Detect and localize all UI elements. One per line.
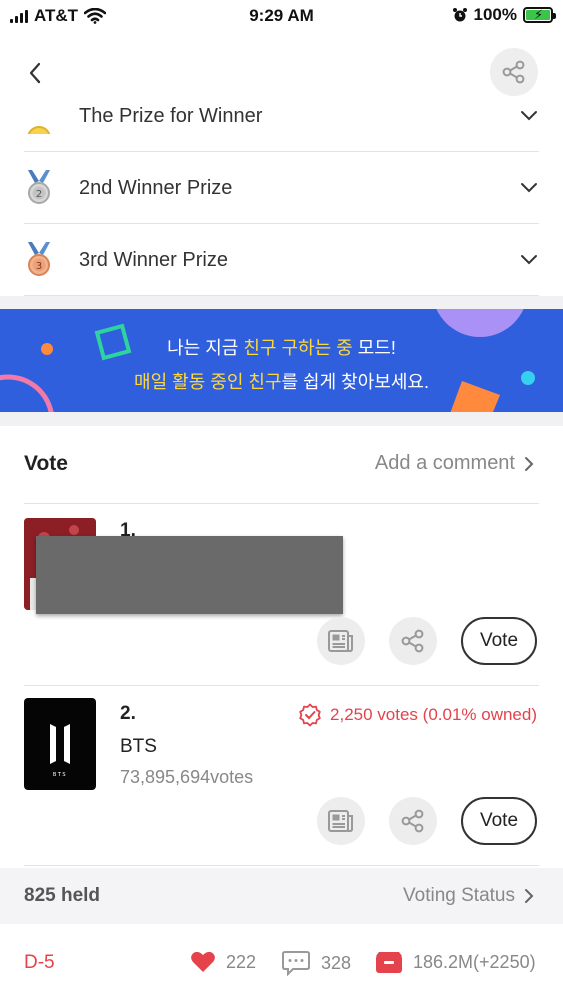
divider	[24, 865, 539, 866]
banner-text: 모드!	[352, 338, 396, 358]
article-button[interactable]	[317, 797, 365, 845]
battery-percent: 100%	[473, 5, 517, 24]
gold-medal-icon: 1	[27, 126, 51, 134]
chevron-right-icon	[525, 456, 534, 471]
ticket-box-icon	[376, 952, 402, 973]
vote-count: 73,895,694votes	[120, 767, 254, 787]
redacted-block	[36, 536, 343, 614]
banner-highlight: 매일 활동 중인 친구	[134, 372, 282, 392]
share-icon	[502, 60, 525, 84]
status-bar: AT&T 9:29 AM 100% ⚡	[0, 0, 563, 32]
comment-count: 328	[321, 952, 352, 973]
banner-line-2: 매일 활동 중인 친구를 쉽게 찾아보세요.	[0, 368, 563, 394]
battery-icon: ⚡	[523, 7, 556, 23]
verified-badge-icon	[299, 703, 321, 727]
ticket-count: 186.2M(+2250)	[413, 951, 536, 972]
candidate-thumbnail[interactable]: BTS	[24, 698, 96, 790]
prize-label: The Prize for Winner	[79, 105, 263, 127]
bts-logo: BTS	[50, 724, 70, 778]
alarm-icon	[452, 8, 467, 22]
heart-icon	[191, 951, 215, 972]
share-entry-button[interactable]	[389, 797, 437, 845]
artist-name: BTS	[120, 736, 157, 757]
svg-text:1: 1	[36, 132, 43, 134]
header-overlay	[0, 32, 563, 80]
article-button[interactable]	[317, 617, 365, 665]
share-icon	[401, 809, 424, 833]
newspaper-icon	[328, 810, 353, 832]
divider	[24, 685, 539, 686]
banner-text: 를 쉽게 찾아보세요.	[281, 372, 429, 392]
footer-bar: D-5 222 328 186.2M(+2250)	[0, 924, 563, 1000]
share-button[interactable]	[490, 48, 538, 96]
chevron-down-icon	[521, 111, 537, 121]
section-separator	[0, 296, 563, 309]
share-entry-button[interactable]	[389, 617, 437, 665]
vote-button[interactable]: Vote	[461, 617, 537, 665]
prize-label: 3rd Winner Prize	[79, 249, 228, 271]
section-separator	[0, 412, 563, 426]
vote-section-title: Vote	[24, 452, 68, 475]
newspaper-icon	[328, 630, 353, 652]
banner-decoration	[0, 309, 535, 412]
like-button[interactable]: 222	[190, 950, 256, 974]
chevron-down-icon	[521, 255, 537, 265]
silver-medal-icon: 2	[28, 170, 50, 204]
ticket-counter: 186.2M(+2250)	[375, 950, 536, 974]
divider	[24, 503, 539, 504]
prize-label: 2nd Winner Prize	[79, 177, 233, 199]
comment-icon	[282, 951, 310, 976]
chevron-down-icon	[521, 183, 537, 193]
add-comment-label: Add a comment	[374, 452, 515, 474]
svg-text:3: 3	[36, 261, 42, 272]
prize-row-winner[interactable]: 1 The Prize for Winner	[24, 80, 539, 152]
comment-button[interactable]: 328	[281, 950, 351, 976]
banner-highlight: 친구 구하는 중	[243, 338, 353, 358]
share-icon	[401, 629, 424, 653]
add-comment-link[interactable]: Add a comment	[375, 452, 535, 475]
owned-votes-badge: 2,250 votes (0.01% owned)	[298, 703, 537, 727]
banner-line-1: 나는 지금 친구 구하는 중 모드!	[0, 334, 563, 360]
voting-status-link[interactable]: Voting Status	[403, 868, 535, 924]
vote-button[interactable]: Vote	[461, 797, 537, 845]
banner-text: 나는 지금	[167, 338, 244, 358]
like-count: 222	[226, 951, 257, 972]
back-button[interactable]	[22, 58, 50, 88]
rank-label: 2.	[120, 703, 136, 724]
days-left: D-5	[24, 952, 55, 973]
chevron-right-icon	[525, 889, 534, 903]
svg-text:BTS: BTS	[53, 772, 67, 778]
voting-status-label: Voting Status	[403, 885, 515, 906]
svg-text:2: 2	[36, 189, 42, 200]
held-count: 825 held	[24, 885, 101, 906]
held-bar: 825 held Voting Status	[0, 868, 563, 924]
prize-row-2nd[interactable]: 2 2nd Winner Prize	[24, 152, 539, 224]
bronze-medal-icon: 3	[28, 242, 50, 276]
owned-votes-text: 2,250 votes (0.01% owned)	[330, 705, 537, 724]
promo-banner[interactable]: 나는 지금 친구 구하는 중 모드! 매일 활동 중인 친구를 쉽게 찾아보세요…	[0, 309, 563, 412]
prize-row-3rd[interactable]: 3 3rd Winner Prize	[24, 224, 539, 296]
chevron-left-icon	[29, 62, 41, 84]
